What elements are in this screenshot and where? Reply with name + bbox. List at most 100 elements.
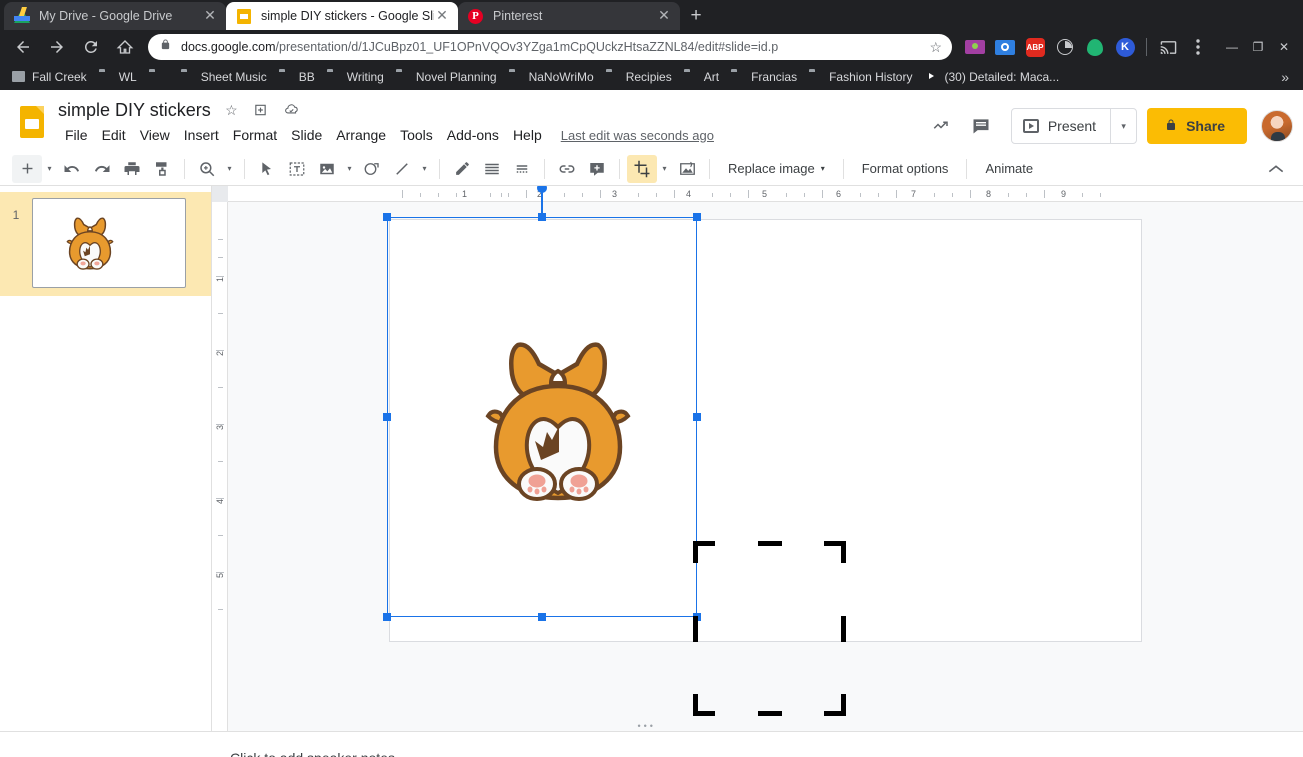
menu-arrange[interactable]: Arrange bbox=[329, 125, 393, 145]
resize-handle-bottom-left[interactable] bbox=[383, 613, 391, 621]
resize-handle-top-center[interactable] bbox=[538, 213, 546, 221]
notes-resize-grip[interactable]: ••• bbox=[638, 723, 666, 729]
crop-handle-bottom-left[interactable] bbox=[693, 694, 698, 716]
crop-icon[interactable] bbox=[627, 155, 657, 183]
home-icon[interactable] bbox=[111, 33, 139, 61]
new-tab-button[interactable]: + bbox=[682, 2, 710, 30]
add-comment-icon[interactable] bbox=[582, 155, 612, 183]
pie-timer-icon[interactable] bbox=[1054, 36, 1076, 58]
tab-close-icon[interactable]: ✕ bbox=[656, 8, 672, 24]
bookmark-unnamed-folder[interactable] bbox=[143, 66, 175, 88]
bookmark-francias[interactable]: Francias bbox=[725, 66, 803, 88]
avatar[interactable] bbox=[1261, 110, 1293, 142]
format-options-button[interactable]: Format options bbox=[851, 155, 960, 183]
menu-addons[interactable]: Add-ons bbox=[440, 125, 506, 145]
bookmark-fall-creek[interactable]: Fall Creek bbox=[6, 66, 93, 88]
speaker-notes-pane[interactable]: ••• Click to add speaker notes bbox=[0, 731, 1303, 757]
select-cursor-icon[interactable] bbox=[252, 155, 282, 183]
print-icon[interactable] bbox=[117, 155, 147, 183]
reload-icon[interactable] bbox=[77, 33, 105, 61]
align-icon[interactable] bbox=[477, 155, 507, 183]
window-minimize-button[interactable]: — bbox=[1219, 34, 1245, 60]
menu-slide[interactable]: Slide bbox=[284, 125, 329, 145]
bookmark-youtube-macarons[interactable]: (30) Detailed: Maca... bbox=[918, 66, 1065, 88]
menu-help[interactable]: Help bbox=[506, 125, 549, 145]
bookmark-star-icon[interactable]: ☆ bbox=[929, 39, 942, 56]
menu-file[interactable]: File bbox=[58, 125, 95, 145]
last-edit-status[interactable]: Last edit was seconds ago bbox=[561, 128, 714, 143]
undo-icon[interactable] bbox=[57, 155, 87, 183]
image-selection-bounding-box[interactable] bbox=[387, 217, 697, 617]
share-button[interactable]: Share bbox=[1147, 108, 1247, 144]
bookmark-writing[interactable]: Writing bbox=[321, 66, 390, 88]
crop-handle-bottom-right[interactable] bbox=[841, 694, 846, 716]
green-drop-icon[interactable] bbox=[1084, 36, 1106, 58]
menu-tools[interactable]: Tools bbox=[393, 125, 440, 145]
browser-tab-simple-diy-stickers[interactable]: simple DIY stickers - Google Slides ✕ bbox=[226, 2, 458, 30]
zoom-icon[interactable] bbox=[192, 155, 222, 183]
crop-caret-icon[interactable]: ▾ bbox=[657, 155, 672, 183]
bookmark-art[interactable]: Art bbox=[678, 66, 725, 88]
insert-image-caret-icon[interactable]: ▾ bbox=[342, 155, 357, 183]
window-maximize-button[interactable]: ❐ bbox=[1245, 34, 1271, 60]
pen-icon[interactable] bbox=[447, 155, 477, 183]
tab-close-icon[interactable]: ✕ bbox=[434, 8, 450, 24]
kami-k-icon[interactable]: K bbox=[1114, 36, 1136, 58]
crop-handle-top-right[interactable] bbox=[841, 541, 846, 563]
new-slide-button[interactable] bbox=[12, 155, 42, 183]
zoom-caret-icon[interactable]: ▾ bbox=[222, 155, 237, 183]
bookmark-nanowrimo[interactable]: NaNoWriMo bbox=[503, 66, 600, 88]
browser-tab-pinterest[interactable]: P Pinterest ✕ bbox=[458, 2, 680, 30]
resize-handle-bottom-center[interactable] bbox=[538, 613, 546, 621]
present-button[interactable]: Present bbox=[1012, 109, 1110, 143]
tab-close-icon[interactable]: ✕ bbox=[202, 8, 218, 24]
cast-icon[interactable] bbox=[1157, 36, 1179, 58]
star-icon[interactable]: ☆ bbox=[225, 102, 238, 118]
redo-icon[interactable] bbox=[87, 155, 117, 183]
crop-handle-middle-right[interactable] bbox=[841, 616, 846, 642]
link-icon[interactable] bbox=[552, 155, 582, 183]
bookmarks-overflow-button[interactable]: » bbox=[1273, 69, 1297, 85]
crop-handle-top-left[interactable] bbox=[693, 541, 698, 563]
mask-image-icon[interactable] bbox=[672, 155, 702, 183]
slide-canvas-area[interactable]: 1 2 3 4 5 6 bbox=[212, 186, 1303, 731]
resize-handle-top-right[interactable] bbox=[693, 213, 701, 221]
comment-icon[interactable] bbox=[961, 106, 1001, 146]
replace-image-button[interactable]: Replace image ▾ bbox=[717, 155, 836, 183]
bookmark-bb[interactable]: BB bbox=[273, 66, 321, 88]
resize-handle-middle-left[interactable] bbox=[383, 413, 391, 421]
line-spacing-icon[interactable] bbox=[507, 155, 537, 183]
shape-icon[interactable] bbox=[357, 155, 387, 183]
menu-edit[interactable]: Edit bbox=[95, 125, 133, 145]
menu-insert[interactable]: Insert bbox=[177, 125, 226, 145]
move-to-folder-icon[interactable] bbox=[253, 102, 272, 118]
screenshot-camera-icon[interactable] bbox=[994, 36, 1016, 58]
crop-handle-middle-left[interactable] bbox=[693, 616, 698, 642]
bookmark-fashion-history[interactable]: Fashion History bbox=[803, 66, 918, 88]
crop-handle-bottom-center[interactable] bbox=[758, 711, 782, 716]
window-close-button[interactable]: ✕ bbox=[1271, 34, 1297, 60]
crop-frame[interactable] bbox=[693, 541, 846, 716]
page-title[interactable]: simple DIY stickers bbox=[58, 100, 211, 121]
three-dot-menu-icon[interactable] bbox=[1187, 36, 1209, 58]
menu-view[interactable]: View bbox=[133, 125, 177, 145]
slide-filmstrip[interactable]: 1 bbox=[0, 186, 212, 731]
new-slide-caret-icon[interactable]: ▾ bbox=[42, 155, 57, 183]
image-extension-icon[interactable] bbox=[964, 36, 986, 58]
bookmark-novel-planning[interactable]: Novel Planning bbox=[390, 66, 503, 88]
cloud-status-icon[interactable] bbox=[283, 102, 300, 118]
collapse-toolbar-icon[interactable] bbox=[1261, 155, 1291, 183]
address-bar[interactable]: docs.google.com/presentation/d/1JCuBpz01… bbox=[148, 34, 952, 60]
slide-thumbnail-canvas[interactable] bbox=[32, 198, 186, 288]
paint-format-icon[interactable] bbox=[147, 155, 177, 183]
horizontal-ruler[interactable]: 1 2 3 4 5 6 bbox=[212, 186, 1303, 202]
crop-handle-top-center[interactable] bbox=[758, 541, 782, 546]
back-icon[interactable] bbox=[9, 33, 37, 61]
resize-handle-middle-right[interactable] bbox=[693, 413, 701, 421]
line-icon[interactable] bbox=[387, 155, 417, 183]
slide-thumbnail-1[interactable]: 1 bbox=[0, 192, 211, 296]
bookmark-wl[interactable]: WL bbox=[93, 66, 143, 88]
text-box-icon[interactable] bbox=[282, 155, 312, 183]
browser-tab-my-drive[interactable]: My Drive - Google Drive ✕ bbox=[4, 2, 226, 30]
present-dropdown-caret-icon[interactable]: ▾ bbox=[1110, 109, 1136, 143]
